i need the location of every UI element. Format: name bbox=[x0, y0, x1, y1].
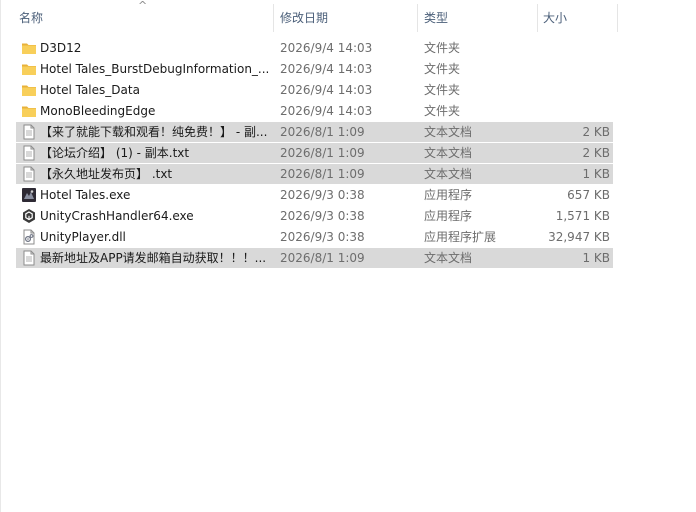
file-name: UnityCrashHandler64.exe bbox=[40, 209, 194, 223]
column-header-type[interactable]: 类型 bbox=[424, 11, 448, 25]
dll-file-icon bbox=[21, 229, 37, 245]
file-modified-date: 2026/9/4 14:03 bbox=[280, 104, 373, 118]
file-type: 文本文档 bbox=[424, 125, 473, 139]
file-type: 文件夹 bbox=[424, 41, 461, 55]
file-modified-date: 2026/9/3 0:38 bbox=[280, 230, 365, 244]
file-modified-date: 2026/9/3 0:38 bbox=[280, 209, 365, 223]
file-modified-date: 2026/9/4 14:03 bbox=[280, 62, 373, 76]
file-row[interactable]: D3D12 2026/9/4 14:03 文件夹 bbox=[16, 38, 613, 58]
folder-icon bbox=[21, 103, 37, 119]
file-modified-date: 2026/8/1 1:09 bbox=[280, 146, 365, 160]
file-type: 文本文档 bbox=[424, 146, 473, 160]
file-modified-date: 2026/9/4 14:03 bbox=[280, 83, 373, 97]
file-row[interactable]: UnityPlayer.dll 2026/9/3 0:38 应用程序扩展 32,947… bbox=[16, 227, 613, 247]
file-row[interactable]: 最新地址及APP请发邮箱自动获取！！！... 2026/8/1 1:09 文本文档 1… bbox=[16, 248, 613, 268]
file-row[interactable]: UnityCrashHandler64.exe 2026/9/3 0:38 应用程序… bbox=[16, 206, 613, 226]
unity-icon bbox=[21, 208, 37, 224]
file-name: UnityPlayer.dll bbox=[40, 230, 126, 244]
folder-icon bbox=[21, 61, 37, 77]
column-header-size[interactable]: 大小 bbox=[543, 11, 567, 25]
file-size: 1,571 KB bbox=[555, 209, 610, 223]
folder-icon bbox=[21, 40, 37, 56]
file-type: 文件夹 bbox=[424, 83, 461, 97]
column-divider[interactable] bbox=[417, 4, 418, 32]
text-document-icon bbox=[21, 145, 37, 161]
file-size: 32,947 KB bbox=[548, 230, 610, 244]
window-left-border bbox=[0, 0, 1, 512]
file-row[interactable]: 【永久地址发布页】 .txt 2026/8/1 1:09 文本文档 1 KB bbox=[16, 164, 613, 184]
text-document-icon bbox=[21, 124, 37, 140]
file-modified-date: 2026/8/1 1:09 bbox=[280, 251, 365, 265]
file-name: 【永久地址发布页】 .txt bbox=[40, 167, 173, 181]
file-name: 【来了就能下载和观看！纯免费！】 - 副... bbox=[40, 125, 268, 139]
file-modified-date: 2026/8/1 1:09 bbox=[280, 167, 365, 181]
file-type: 文件夹 bbox=[424, 62, 461, 76]
file-type: 文件夹 bbox=[424, 104, 461, 118]
file-size: 1 KB bbox=[582, 251, 610, 265]
column-header-name[interactable]: 名称 bbox=[19, 11, 43, 25]
app-exe-icon bbox=[21, 187, 37, 203]
text-document-icon bbox=[21, 250, 37, 266]
file-size: 2 KB bbox=[582, 125, 610, 139]
file-row[interactable]: Hotel Tales.exe 2026/9/3 0:38 应用程序 657 KB bbox=[16, 185, 613, 205]
file-type: 文本文档 bbox=[424, 251, 473, 265]
file-row[interactable]: Hotel Tales_BurstDebugInformation_... 202… bbox=[16, 59, 613, 79]
column-divider[interactable] bbox=[273, 4, 274, 32]
file-row[interactable]: MonoBleedingEdge 2026/9/4 14:03 文件夹 bbox=[16, 101, 613, 121]
file-row[interactable]: 【来了就能下载和观看！纯免费！】 - 副... 2026/8/1 1:09 文本文档… bbox=[16, 122, 613, 142]
sort-ascending-icon: ^ bbox=[138, 0, 148, 12]
file-size bbox=[538, 59, 610, 79]
file-size bbox=[538, 101, 610, 121]
file-name: D3D12 bbox=[40, 41, 82, 55]
file-row[interactable]: 【论坛介绍】 (1) - 副本.txt 2026/8/1 1:09 文本文档 2 KB bbox=[16, 143, 613, 163]
folder-icon bbox=[21, 82, 37, 98]
file-type: 应用程序扩展 bbox=[424, 230, 497, 244]
file-size: 2 KB bbox=[582, 146, 610, 160]
file-type: 应用程序 bbox=[424, 209, 473, 223]
file-name: 最新地址及APP请发邮箱自动获取！！！... bbox=[40, 251, 267, 265]
column-divider[interactable] bbox=[537, 4, 538, 32]
column-divider[interactable] bbox=[617, 4, 618, 32]
column-header-date[interactable]: 修改日期 bbox=[280, 11, 328, 25]
file-name: MonoBleedingEdge bbox=[40, 104, 156, 118]
file-size: 1 KB bbox=[582, 167, 610, 181]
file-modified-date: 2026/9/3 0:38 bbox=[280, 188, 365, 202]
file-name: Hotel Tales_Data bbox=[40, 83, 140, 97]
file-name: Hotel Tales.exe bbox=[40, 188, 131, 202]
text-document-icon bbox=[21, 166, 37, 182]
file-size bbox=[538, 80, 610, 100]
file-name: Hotel Tales_BurstDebugInformation_... bbox=[40, 62, 270, 76]
file-modified-date: 2026/8/1 1:09 bbox=[280, 125, 365, 139]
file-name: 【论坛介绍】 (1) - 副本.txt bbox=[40, 146, 190, 160]
file-size: 657 KB bbox=[567, 188, 610, 202]
file-size bbox=[538, 38, 610, 58]
file-type: 应用程序 bbox=[424, 188, 473, 202]
file-row[interactable]: Hotel Tales_Data 2026/9/4 14:03 文件夹 bbox=[16, 80, 613, 100]
file-type: 文本文档 bbox=[424, 167, 473, 181]
file-modified-date: 2026/9/4 14:03 bbox=[280, 41, 373, 55]
column-header-bar: ^ 名称 修改日期 类型 大小 bbox=[0, 0, 620, 36]
